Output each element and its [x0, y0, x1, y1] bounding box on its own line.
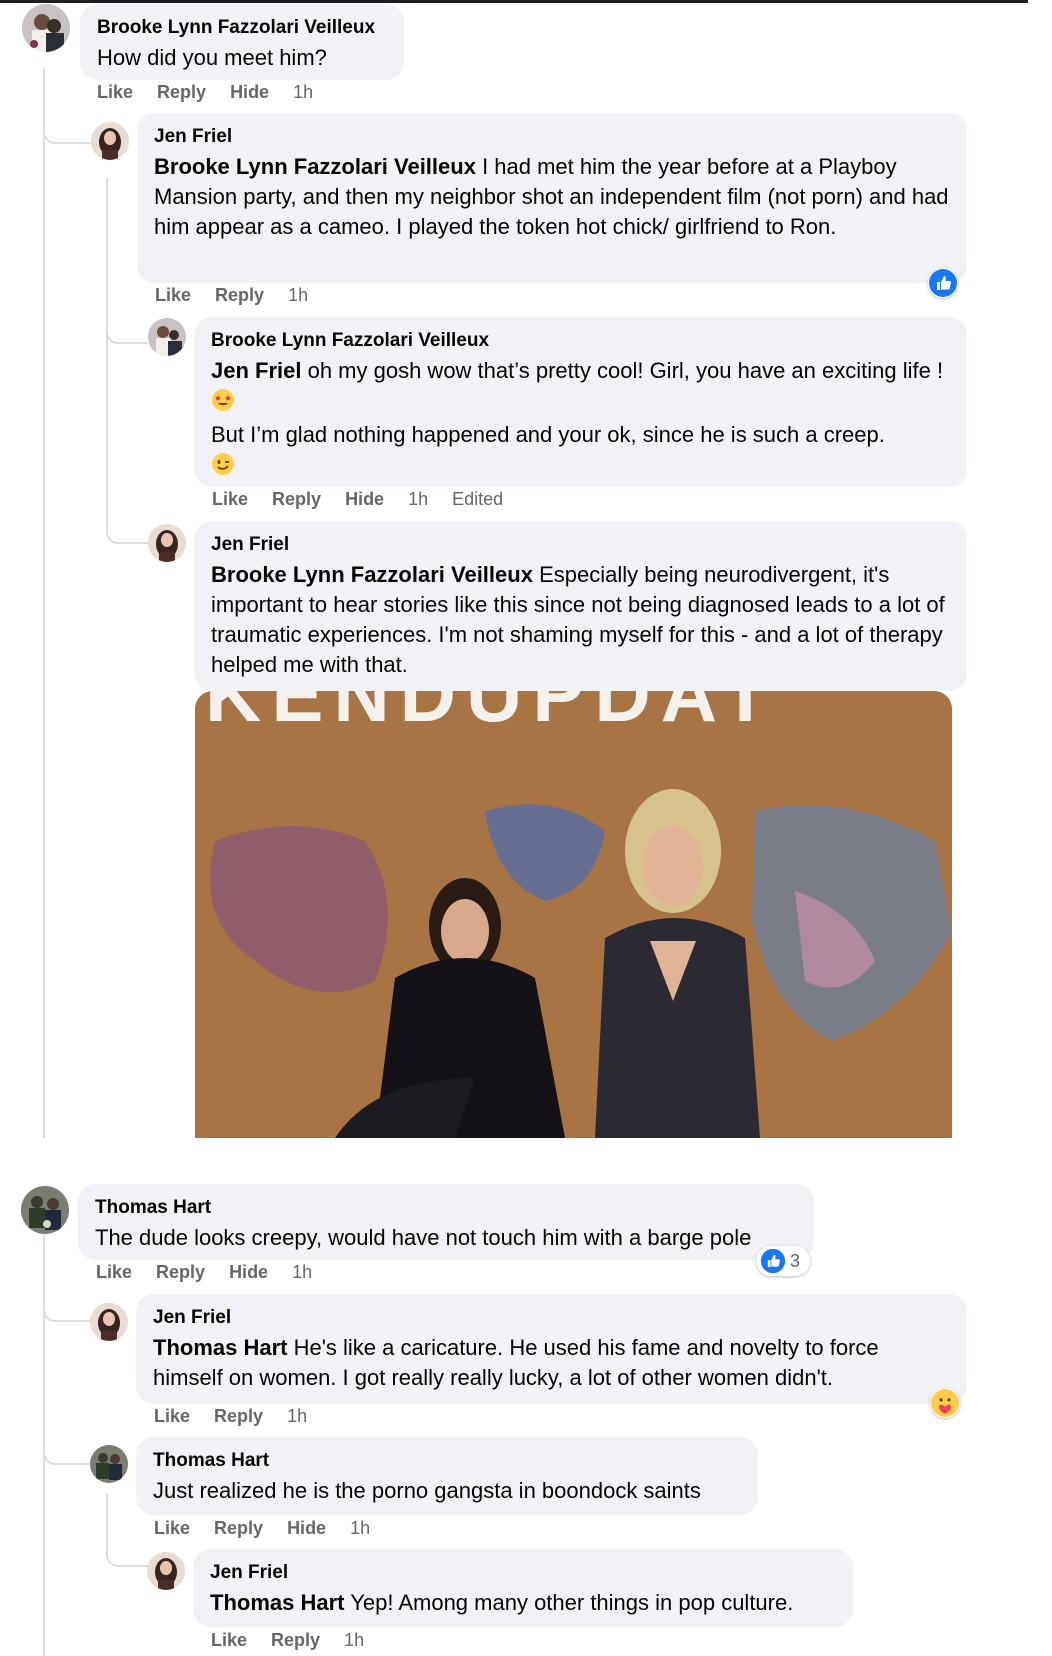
thread-elbow: [106, 1520, 148, 1567]
comment-author[interactable]: Brooke Lynn Fazzolari Veilleux: [97, 17, 388, 39]
comment-author[interactable]: Brooke Lynn Fazzolari Veilleux: [211, 330, 951, 352]
comment-text: Thomas Hart He's like a caricature. He u…: [153, 1333, 951, 1393]
hide-button[interactable]: Hide: [287, 1518, 326, 1539]
like-button[interactable]: Like: [155, 285, 191, 306]
comment-bubble: Thomas Hart Just realized he is the porn…: [136, 1437, 758, 1515]
reaction-count: 3: [790, 1250, 801, 1271]
reaction-badge[interactable]: 3: [756, 1246, 811, 1276]
like-reaction-icon: [760, 1248, 786, 1274]
thread-line: [43, 68, 45, 1138]
avatar[interactable]: [147, 1552, 185, 1590]
comment-bubble: Jen Friel Brooke Lynn Fazzolari Veilleux…: [194, 521, 967, 691]
comment-bubble: Jen Friel Thomas Hart He's like a carica…: [136, 1294, 967, 1404]
timestamp[interactable]: 1h: [344, 1630, 364, 1651]
reply-button[interactable]: Reply: [156, 1262, 205, 1283]
comment-text: How did you meet him?: [97, 45, 327, 70]
avatar[interactable]: [21, 1186, 69, 1234]
comment-author[interactable]: Jen Friel: [210, 1562, 837, 1584]
thread-elbow: [43, 1270, 91, 1322]
top-border: [0, 0, 1028, 3]
edited-label[interactable]: Edited: [452, 489, 503, 510]
comment-bubble: Brooke Lynn Fazzolari Veilleux How did y…: [80, 4, 404, 80]
timestamp[interactable]: 1h: [293, 82, 313, 103]
comment-text: Just realized he is the porno gangsta in…: [153, 1478, 701, 1503]
thread-line: [106, 178, 108, 528]
like-reaction-icon: [929, 269, 957, 297]
like-button[interactable]: Like: [154, 1406, 190, 1427]
avatar[interactable]: [91, 122, 129, 160]
comment-text: Brooke Lynn Fazzolari Veilleux Especiall…: [211, 560, 951, 680]
like-button[interactable]: Like: [212, 489, 248, 510]
mention-tag[interactable]: Thomas Hart: [153, 1335, 287, 1360]
like-button[interactable]: Like: [154, 1518, 190, 1539]
avatar[interactable]: [90, 1445, 128, 1483]
avatar[interactable]: [148, 318, 186, 356]
reply-button[interactable]: Reply: [215, 285, 264, 306]
comment-actions: Like Reply Hide 1h Edited: [212, 489, 527, 510]
thread-elbow: [43, 100, 91, 144]
avatar[interactable]: [148, 524, 186, 562]
reply-button[interactable]: Reply: [157, 82, 206, 103]
mention-tag[interactable]: Jen Friel: [211, 358, 301, 383]
star-struck-emoji: [211, 388, 235, 420]
comment-body: But I’m glad nothing happened and your o…: [211, 422, 885, 447]
section-divider: [0, 1138, 1028, 1188]
comment-actions: Like Reply Hide 1h: [96, 1262, 336, 1283]
hide-button[interactable]: Hide: [229, 1262, 268, 1283]
hide-button[interactable]: Hide: [230, 82, 269, 103]
comment-body: Yep! Among many other things in pop cult…: [344, 1590, 794, 1615]
timestamp[interactable]: 1h: [287, 1406, 307, 1427]
comment-actions: Like Reply 1h: [211, 1630, 388, 1651]
comment-author[interactable]: Jen Friel: [211, 534, 951, 556]
comment-actions: Like Reply Hide 1h: [97, 82, 337, 103]
comment-text: Jen Friel oh my gosh wow that’s pretty c…: [211, 356, 951, 484]
like-button[interactable]: Like: [211, 1630, 247, 1651]
comment-body: oh my gosh wow that’s pretty cool! Girl,…: [301, 358, 944, 383]
reply-button[interactable]: Reply: [272, 489, 321, 510]
comment-bubble: Jen Friel Thomas Hart Yep! Among many ot…: [193, 1549, 853, 1627]
comment-bubble: Thomas Hart The dude looks creepy, would…: [78, 1184, 814, 1260]
thread-elbow: [106, 300, 148, 344]
mention-tag[interactable]: Brooke Lynn Fazzolari Veilleux: [211, 562, 533, 587]
reaction-badge[interactable]: [930, 1388, 960, 1418]
gif-attachment[interactable]: KENDUPDAT: [195, 691, 952, 1138]
thread-elbow: [106, 500, 148, 544]
gif-banner-text: KENDUPDAT: [205, 691, 779, 738]
mention-tag[interactable]: Thomas Hart: [210, 1590, 344, 1615]
comment-text: Thomas Hart Yep! Among many other things…: [210, 1588, 837, 1618]
comment-bubble: Jen Friel Brooke Lynn Fazzolari Veilleux…: [137, 113, 967, 283]
comment-author[interactable]: Jen Friel: [153, 1307, 951, 1329]
avatar[interactable]: [22, 4, 70, 52]
comment-actions: Like Reply 1h: [155, 285, 332, 306]
reply-button[interactable]: Reply: [214, 1406, 263, 1427]
avatar[interactable]: [90, 1303, 128, 1341]
like-button[interactable]: Like: [97, 82, 133, 103]
comment-actions: Like Reply Hide 1h: [154, 1518, 394, 1539]
mention-tag[interactable]: Brooke Lynn Fazzolari Veilleux: [154, 154, 476, 179]
timestamp[interactable]: 1h: [292, 1262, 312, 1283]
comment-author[interactable]: Jen Friel: [154, 126, 951, 148]
timestamp[interactable]: 1h: [288, 285, 308, 306]
hide-button[interactable]: Hide: [345, 489, 384, 510]
comment-author[interactable]: Thomas Hart: [153, 1450, 742, 1472]
thread-elbow: [43, 1413, 91, 1465]
timestamp[interactable]: 1h: [350, 1518, 370, 1539]
comment-actions: Like Reply 1h: [154, 1406, 331, 1427]
timestamp[interactable]: 1h: [408, 489, 428, 510]
care-reaction-icon: [931, 1389, 959, 1417]
comment-bubble: Brooke Lynn Fazzolari Veilleux Jen Friel…: [194, 317, 967, 487]
winking-face-emoji: [211, 452, 235, 484]
reply-button[interactable]: Reply: [271, 1630, 320, 1651]
comment-text: The dude looks creepy, would have not to…: [95, 1225, 752, 1250]
reaction-badge[interactable]: [928, 268, 958, 298]
comment-author[interactable]: Thomas Hart: [95, 1197, 798, 1219]
reply-button[interactable]: Reply: [214, 1518, 263, 1539]
like-button[interactable]: Like: [96, 1262, 132, 1283]
comment-text: Brooke Lynn Fazzolari Veilleux I had met…: [154, 152, 951, 242]
